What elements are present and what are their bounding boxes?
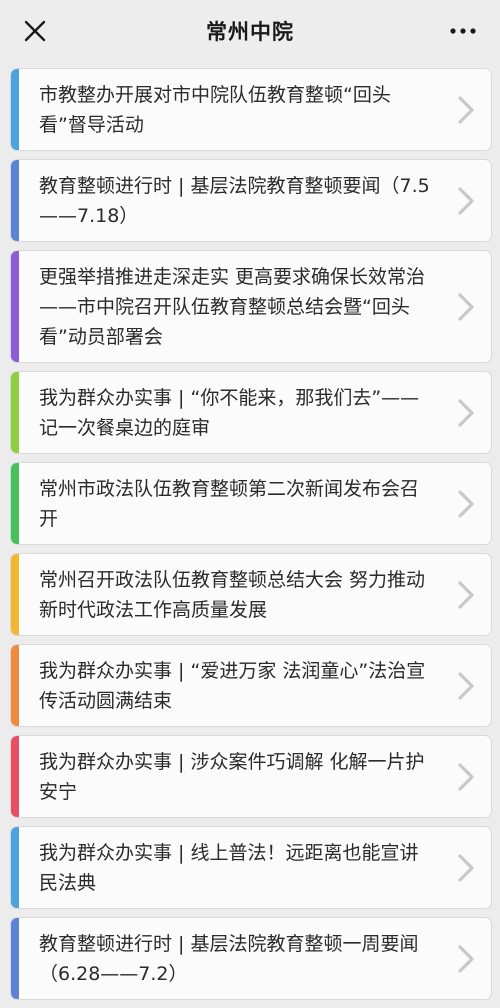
card-accent-bar <box>11 251 19 362</box>
article-card[interactable]: 我为群众办实事 | “爱进万家 法润童心”法治宣传活动圆满结束 <box>10 644 492 727</box>
article-card[interactable]: 我为群众办实事 | 涉众案件巧调解 化解一片护安宁 <box>10 735 492 818</box>
card-accent-bar <box>11 554 19 635</box>
chevron-right-icon <box>458 398 474 427</box>
card-accent-bar <box>11 645 19 726</box>
more-dots-icon[interactable] <box>448 18 478 44</box>
article-title: 更强举措推进走深走实 更高要求确保长效常治——市中院召开队伍教育整顿总结会暨“回… <box>39 265 426 348</box>
chevron-right-icon <box>458 580 474 609</box>
article-card[interactable]: 更强举措推进走深走实 更高要求确保长效常治——市中院召开队伍教育整顿总结会暨“回… <box>10 250 492 363</box>
card-accent-bar <box>11 372 19 453</box>
article-card[interactable]: 市教整办开展对市中院队伍教育整顿“回头看”督导活动 <box>10 68 492 151</box>
close-icon[interactable] <box>22 18 48 44</box>
card-accent-bar <box>11 463 19 544</box>
chevron-right-icon <box>458 762 474 791</box>
article-title: 我为群众办实事 | “爱进万家 法润童心”法治宣传活动圆满结束 <box>39 659 426 712</box>
card-accent-bar <box>11 736 19 817</box>
card-accent-bar <box>11 918 19 999</box>
article-title: 常州召开政法队伍教育整顿总结大会 努力推动新时代政法工作高质量发展 <box>39 568 426 621</box>
article-title: 市教整办开展对市中院队伍教育整顿“回头看”督导活动 <box>39 83 391 136</box>
card-accent-bar <box>11 69 19 150</box>
article-card[interactable]: 教育整顿进行时 | 基层法院教育整顿一周要闻（6.28——7.2） <box>10 917 492 1000</box>
article-card[interactable]: 我为群众办实事 | “你不能来，那我们去”——记一次餐桌边的庭审 <box>10 371 492 454</box>
article-title: 常州市政法队伍教育整顿第二次新闻发布会召开 <box>39 477 420 530</box>
page-title: 常州中院 <box>206 20 294 44</box>
chevron-right-icon <box>458 853 474 882</box>
article-title: 我为群众办实事 | 线上普法！远距离也能宣讲民法典 <box>39 841 419 894</box>
card-accent-bar <box>11 160 19 241</box>
chevron-right-icon <box>458 671 474 700</box>
chevron-right-icon <box>458 292 474 321</box>
article-title: 教育整顿进行时 | 基层法院教育整顿一周要闻（6.28——7.2） <box>39 932 419 985</box>
top-bar: 常州中院 <box>0 0 500 62</box>
article-card[interactable]: 常州召开政法队伍教育整顿总结大会 努力推动新时代政法工作高质量发展 <box>10 553 492 636</box>
article-card[interactable]: 我为群众办实事 | 线上普法！远距离也能宣讲民法典 <box>10 826 492 909</box>
card-accent-bar <box>11 827 19 908</box>
article-card[interactable]: 教育整顿进行时 | 基层法院教育整顿要闻（7.5——7.18） <box>10 159 492 242</box>
article-title: 我为群众办实事 | 涉众案件巧调解 化解一片护安宁 <box>39 750 425 803</box>
article-list: 市教整办开展对市中院队伍教育整顿“回头看”督导活动 教育整顿进行时 | 基层法院… <box>10 68 492 1008</box>
article-title: 教育整顿进行时 | 基层法院教育整顿要闻（7.5——7.18） <box>39 174 430 227</box>
chevron-right-icon <box>458 489 474 518</box>
article-title: 我为群众办实事 | “你不能来，那我们去”——记一次餐桌边的庭审 <box>39 386 420 439</box>
chevron-right-icon <box>458 944 474 973</box>
chevron-right-icon <box>458 186 474 215</box>
article-card[interactable]: 常州市政法队伍教育整顿第二次新闻发布会召开 <box>10 462 492 545</box>
chevron-right-icon <box>458 95 474 124</box>
